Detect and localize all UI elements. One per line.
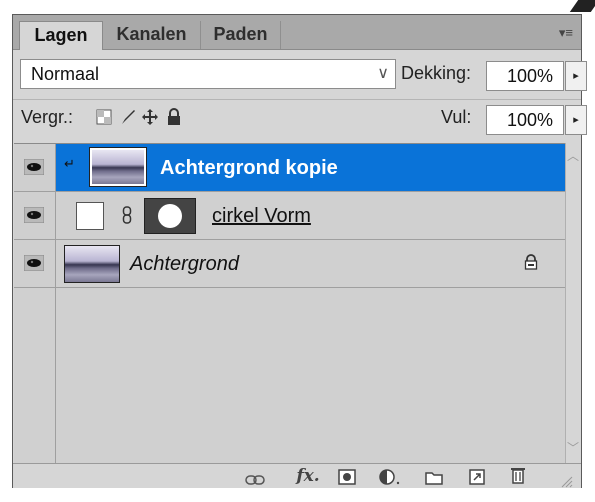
lock-label: Vergr.:	[21, 107, 74, 127]
tab-lagen[interactable]: Lagen	[19, 21, 103, 50]
opacity-input[interactable]: 100%	[486, 61, 564, 91]
fill-label: Vul:	[441, 107, 472, 127]
scroll-up-icon[interactable]: ︿	[567, 147, 579, 164]
lock-position-icon[interactable]	[141, 108, 159, 126]
corner-mark	[569, 0, 595, 12]
layer-name[interactable]: cirkel Vorm	[212, 204, 311, 228]
fill-stepper[interactable]: ▸	[565, 105, 587, 135]
chain-link-icon[interactable]	[122, 206, 132, 224]
layer-row[interactable]: Achtergrond	[14, 240, 568, 288]
adjustment-layer-icon[interactable]	[379, 467, 403, 487]
eye-icon	[24, 255, 44, 271]
panel-menu-icon[interactable]: ▾≡	[559, 25, 573, 41]
layer-row[interactable]: ↵ Achtergrond kopie	[14, 144, 568, 192]
new-layer-icon[interactable]	[469, 467, 485, 487]
layer-thumbnail	[89, 147, 147, 187]
layer-mask-icon[interactable]	[338, 467, 356, 487]
fx-icon[interactable]: fx.	[293, 466, 323, 486]
link-layers-icon[interactable]	[245, 470, 265, 490]
chevron-down-icon: ∨	[377, 65, 389, 82]
fx-label: fx	[296, 466, 314, 486]
scrollbar[interactable]: ︿ ﹀	[565, 143, 580, 463]
new-group-icon[interactable]	[425, 468, 443, 488]
divider	[13, 99, 581, 100]
layer-content: Achtergrond	[56, 240, 568, 287]
eye-icon	[24, 159, 44, 175]
tab-paden[interactable]: Paden	[201, 21, 281, 49]
resize-grip-icon[interactable]	[561, 472, 573, 492]
blend-mode-value: Normaal	[31, 64, 100, 84]
layer-content: cirkel Vorm	[56, 192, 568, 239]
layer-row[interactable]: cirkel Vorm	[14, 192, 568, 240]
layer-thumbnail	[64, 245, 120, 283]
scroll-down-icon[interactable]: ﹀	[567, 439, 579, 456]
lock-pixels-icon[interactable]	[119, 108, 137, 126]
lock-row: Vergr.: Vul: 100% ▸	[13, 101, 587, 137]
opacity-stepper[interactable]: ▸	[565, 61, 587, 91]
blend-row: Normaal ∨ Dekking: 100% ▸	[13, 55, 587, 95]
vector-mask-thumbnail[interactable]	[144, 198, 196, 234]
layer-name[interactable]: Achtergrond	[130, 252, 239, 276]
layer-list: ↵ Achtergrond kopie cirkel Vorm Achtergr…	[14, 143, 568, 464]
lock-icon	[524, 254, 538, 270]
delete-layer-icon[interactable]	[510, 465, 526, 485]
opacity-label: Dekking:	[401, 63, 472, 83]
visibility-toggle[interactable]	[14, 144, 56, 191]
layers-panel: Lagen Kanalen Paden ▾≡ Normaal ∨ Dekking…	[12, 14, 587, 488]
layer-name[interactable]: Achtergrond kopie	[160, 156, 338, 180]
layer-thumbnail	[76, 202, 104, 230]
tab-bar: Lagen Kanalen Paden ▾≡	[13, 15, 581, 50]
clip-arrow-icon: ↵	[64, 156, 75, 171]
layer-content: ↵ Achtergrond kopie	[56, 144, 568, 191]
eye-column-empty	[14, 288, 56, 464]
lock-all-icon[interactable]	[165, 108, 183, 126]
visibility-toggle[interactable]	[14, 240, 56, 287]
tab-kanalen[interactable]: Kanalen	[103, 21, 201, 49]
lock-transparency-icon[interactable]	[95, 108, 113, 126]
visibility-toggle[interactable]	[14, 192, 56, 239]
blend-mode-select[interactable]: Normaal ∨	[20, 59, 396, 89]
fill-input[interactable]: 100%	[486, 105, 564, 135]
eye-icon	[24, 207, 44, 223]
bottom-toolbar: fx.	[13, 463, 581, 488]
